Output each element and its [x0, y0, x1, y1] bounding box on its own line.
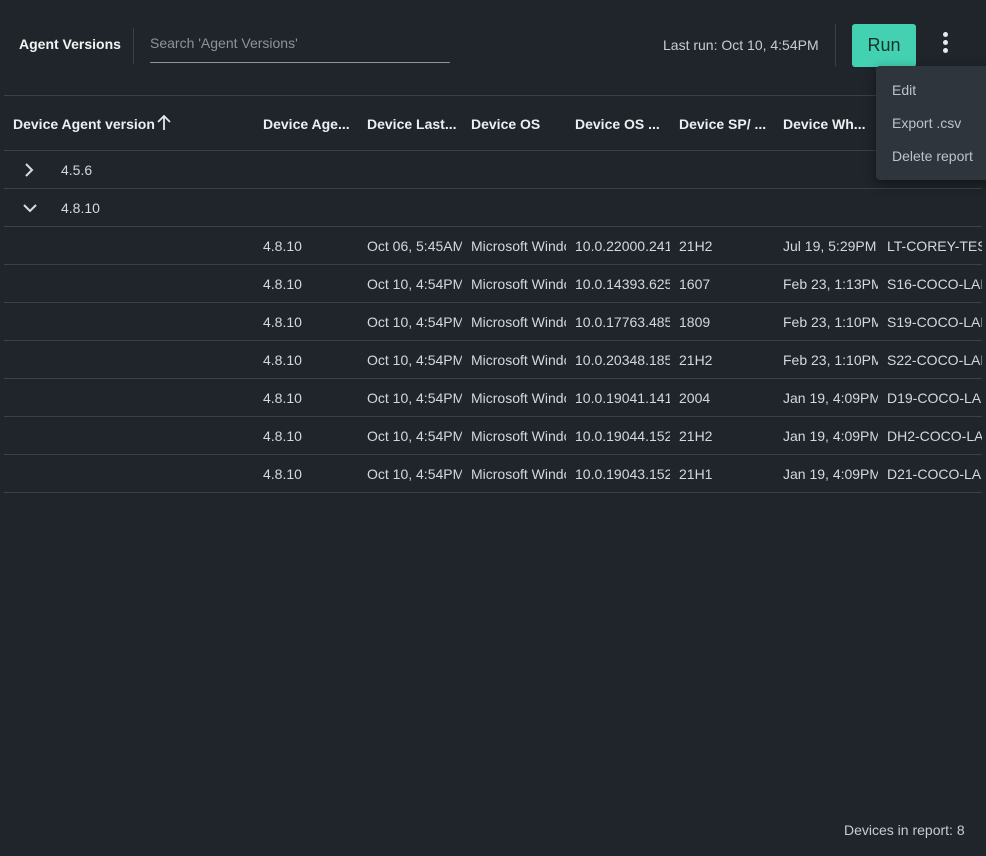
report-header: Agent Versions Last run: Oct 10, 4:54PM … — [0, 0, 986, 90]
cell-os-version: 10.0.17763.4851 — [575, 314, 670, 330]
arrow-up-icon[interactable] — [156, 114, 172, 137]
cell-os-version: 10.0.19041.1415 — [575, 390, 670, 406]
cell-last-seen: Oct 10, 4:54PM — [367, 390, 462, 406]
table-row[interactable]: 4.8.10 Oct 10, 4:54PM Microsoft Windows 10.… — [4, 303, 982, 341]
chevron-right-icon[interactable] — [22, 162, 36, 183]
search-input[interactable] — [150, 30, 450, 56]
cell-last-seen: Oct 10, 4:54PM — [367, 352, 462, 368]
cell-sp: 1607 — [679, 276, 711, 292]
cell-agent-version: 4.8.10 — [263, 390, 302, 406]
search-field[interactable] — [150, 30, 450, 63]
page-title: Agent Versions — [19, 36, 121, 52]
cell-sp: 21H2 — [679, 352, 713, 368]
cell-hostname: DH2-COCO-LAB — [887, 428, 982, 444]
cell-when: Jan 19, 4:09PM — [783, 390, 878, 406]
cell-os: Microsoft Windows — [471, 314, 566, 330]
cell-last-seen: Oct 10, 4:54PM — [367, 276, 462, 292]
cell-sp: 21H2 — [679, 238, 713, 254]
run-button[interactable]: Run — [852, 24, 916, 67]
cell-os: Microsoft Windows — [471, 276, 566, 292]
column-header-os-version[interactable]: Device OS ... — [575, 116, 660, 132]
column-header-agent[interactable]: Device Age... — [263, 116, 350, 132]
table-row[interactable]: 4.8.10 Oct 10, 4:54PM Microsoft Windows 10.… — [4, 417, 982, 455]
cell-sp: 1809 — [679, 314, 711, 330]
cell-os: Microsoft Windows — [471, 390, 566, 406]
cell-hostname: S16-COCO-LAB — [887, 276, 982, 292]
run-divider — [835, 24, 836, 66]
cell-hostname: D21-COCO-LAB — [887, 466, 982, 482]
table-row[interactable]: 4.8.10 Oct 10, 4:54PM Microsoft Windows 10.… — [4, 455, 982, 493]
cell-when: Feb 23, 1:10PM — [783, 352, 878, 368]
table-row[interactable]: 4.8.10 Oct 10, 4:54PM Microsoft Windows 10.… — [4, 265, 982, 303]
cell-last-seen: Oct 06, 5:45AM — [367, 238, 462, 254]
cell-last-seen: Oct 10, 4:54PM — [367, 314, 462, 330]
cell-when: Feb 23, 1:10PM — [783, 314, 878, 330]
cell-sp: 21H1 — [679, 466, 713, 482]
menu-item-export-csv[interactable]: Export .csv — [892, 115, 961, 131]
cell-os-version: 10.0.20348.1850 — [575, 352, 670, 368]
table-row[interactable]: 4.8.10 Oct 10, 4:54PM Microsoft Windows 10.… — [4, 341, 982, 379]
cell-hostname: LT-COREY-TEST — [887, 238, 982, 254]
cell-sp: 21H2 — [679, 428, 713, 444]
cell-os: Microsoft Windows — [471, 352, 566, 368]
cell-hostname: S22-COCO-LAB — [887, 352, 982, 368]
more-options-menu: Edit Export .csv Delete report — [876, 66, 986, 180]
cell-os-version: 10.0.19043.1526 — [575, 466, 670, 482]
last-run-text: Last run: Oct 10, 4:54PM — [663, 37, 819, 53]
cell-agent-version: 4.8.10 — [263, 466, 302, 482]
group-label: 4.5.6 — [61, 162, 93, 178]
cell-agent-version: 4.8.10 — [263, 314, 302, 330]
cell-agent-version: 4.8.10 — [263, 276, 302, 292]
cell-os: Microsoft Windows — [471, 466, 566, 482]
column-header-sp[interactable]: Device SP/ ... — [679, 116, 766, 132]
cell-hostname: D19-COCO-LAB — [887, 390, 982, 406]
cell-os: Microsoft Windows — [471, 428, 566, 444]
table-row[interactable]: 4.8.10 Oct 10, 4:54PM Microsoft Windows 10.… — [4, 379, 982, 417]
group-row-4-8-10[interactable]: 4.8.10 — [4, 189, 982, 227]
group-row-4-5-6[interactable]: 4.5.6 — [4, 151, 982, 189]
cell-when: Jan 19, 4:09PM — [783, 428, 878, 444]
menu-item-edit[interactable]: Edit — [892, 82, 916, 98]
more-options-icon[interactable] — [934, 32, 956, 58]
menu-item-delete-report[interactable]: Delete report — [892, 148, 973, 164]
header-divider — [133, 28, 134, 64]
cell-when: Jan 19, 4:09PM — [783, 466, 878, 482]
cell-os-version: 10.0.19044.1526 — [575, 428, 670, 444]
cell-sp: 2004 — [679, 390, 711, 406]
column-header-wh[interactable]: Device Wh... — [783, 116, 865, 132]
cell-when: Feb 23, 1:13PM — [783, 276, 878, 292]
column-header-last[interactable]: Device Last... — [367, 116, 457, 132]
table-header: Device Agent version Device Age... Devic… — [4, 95, 982, 151]
column-header-os[interactable]: Device OS — [471, 116, 540, 132]
cell-os-version: 10.0.14393.6252 — [575, 276, 670, 292]
cell-os-version: 10.0.22000.2416 — [575, 238, 670, 254]
devices-count: Devices in report: 8 — [844, 822, 965, 838]
cell-last-seen: Oct 10, 4:54PM — [367, 466, 462, 482]
cell-os: Microsoft Windows — [471, 238, 566, 254]
table-row[interactable]: 4.8.10 Oct 06, 5:45AM Microsoft Windows 10.… — [4, 227, 982, 265]
group-label: 4.8.10 — [61, 200, 100, 216]
cell-agent-version: 4.8.10 — [263, 352, 302, 368]
cell-last-seen: Oct 10, 4:54PM — [367, 428, 462, 444]
column-header-agent-version[interactable]: Device Agent version — [13, 116, 155, 132]
chevron-down-icon[interactable] — [22, 200, 38, 221]
cell-agent-version: 4.8.10 — [263, 238, 302, 254]
cell-when: Jul 19, 5:29PM — [783, 238, 877, 254]
cell-agent-version: 4.8.10 — [263, 428, 302, 444]
cell-hostname: S19-COCO-LAB — [887, 314, 982, 330]
